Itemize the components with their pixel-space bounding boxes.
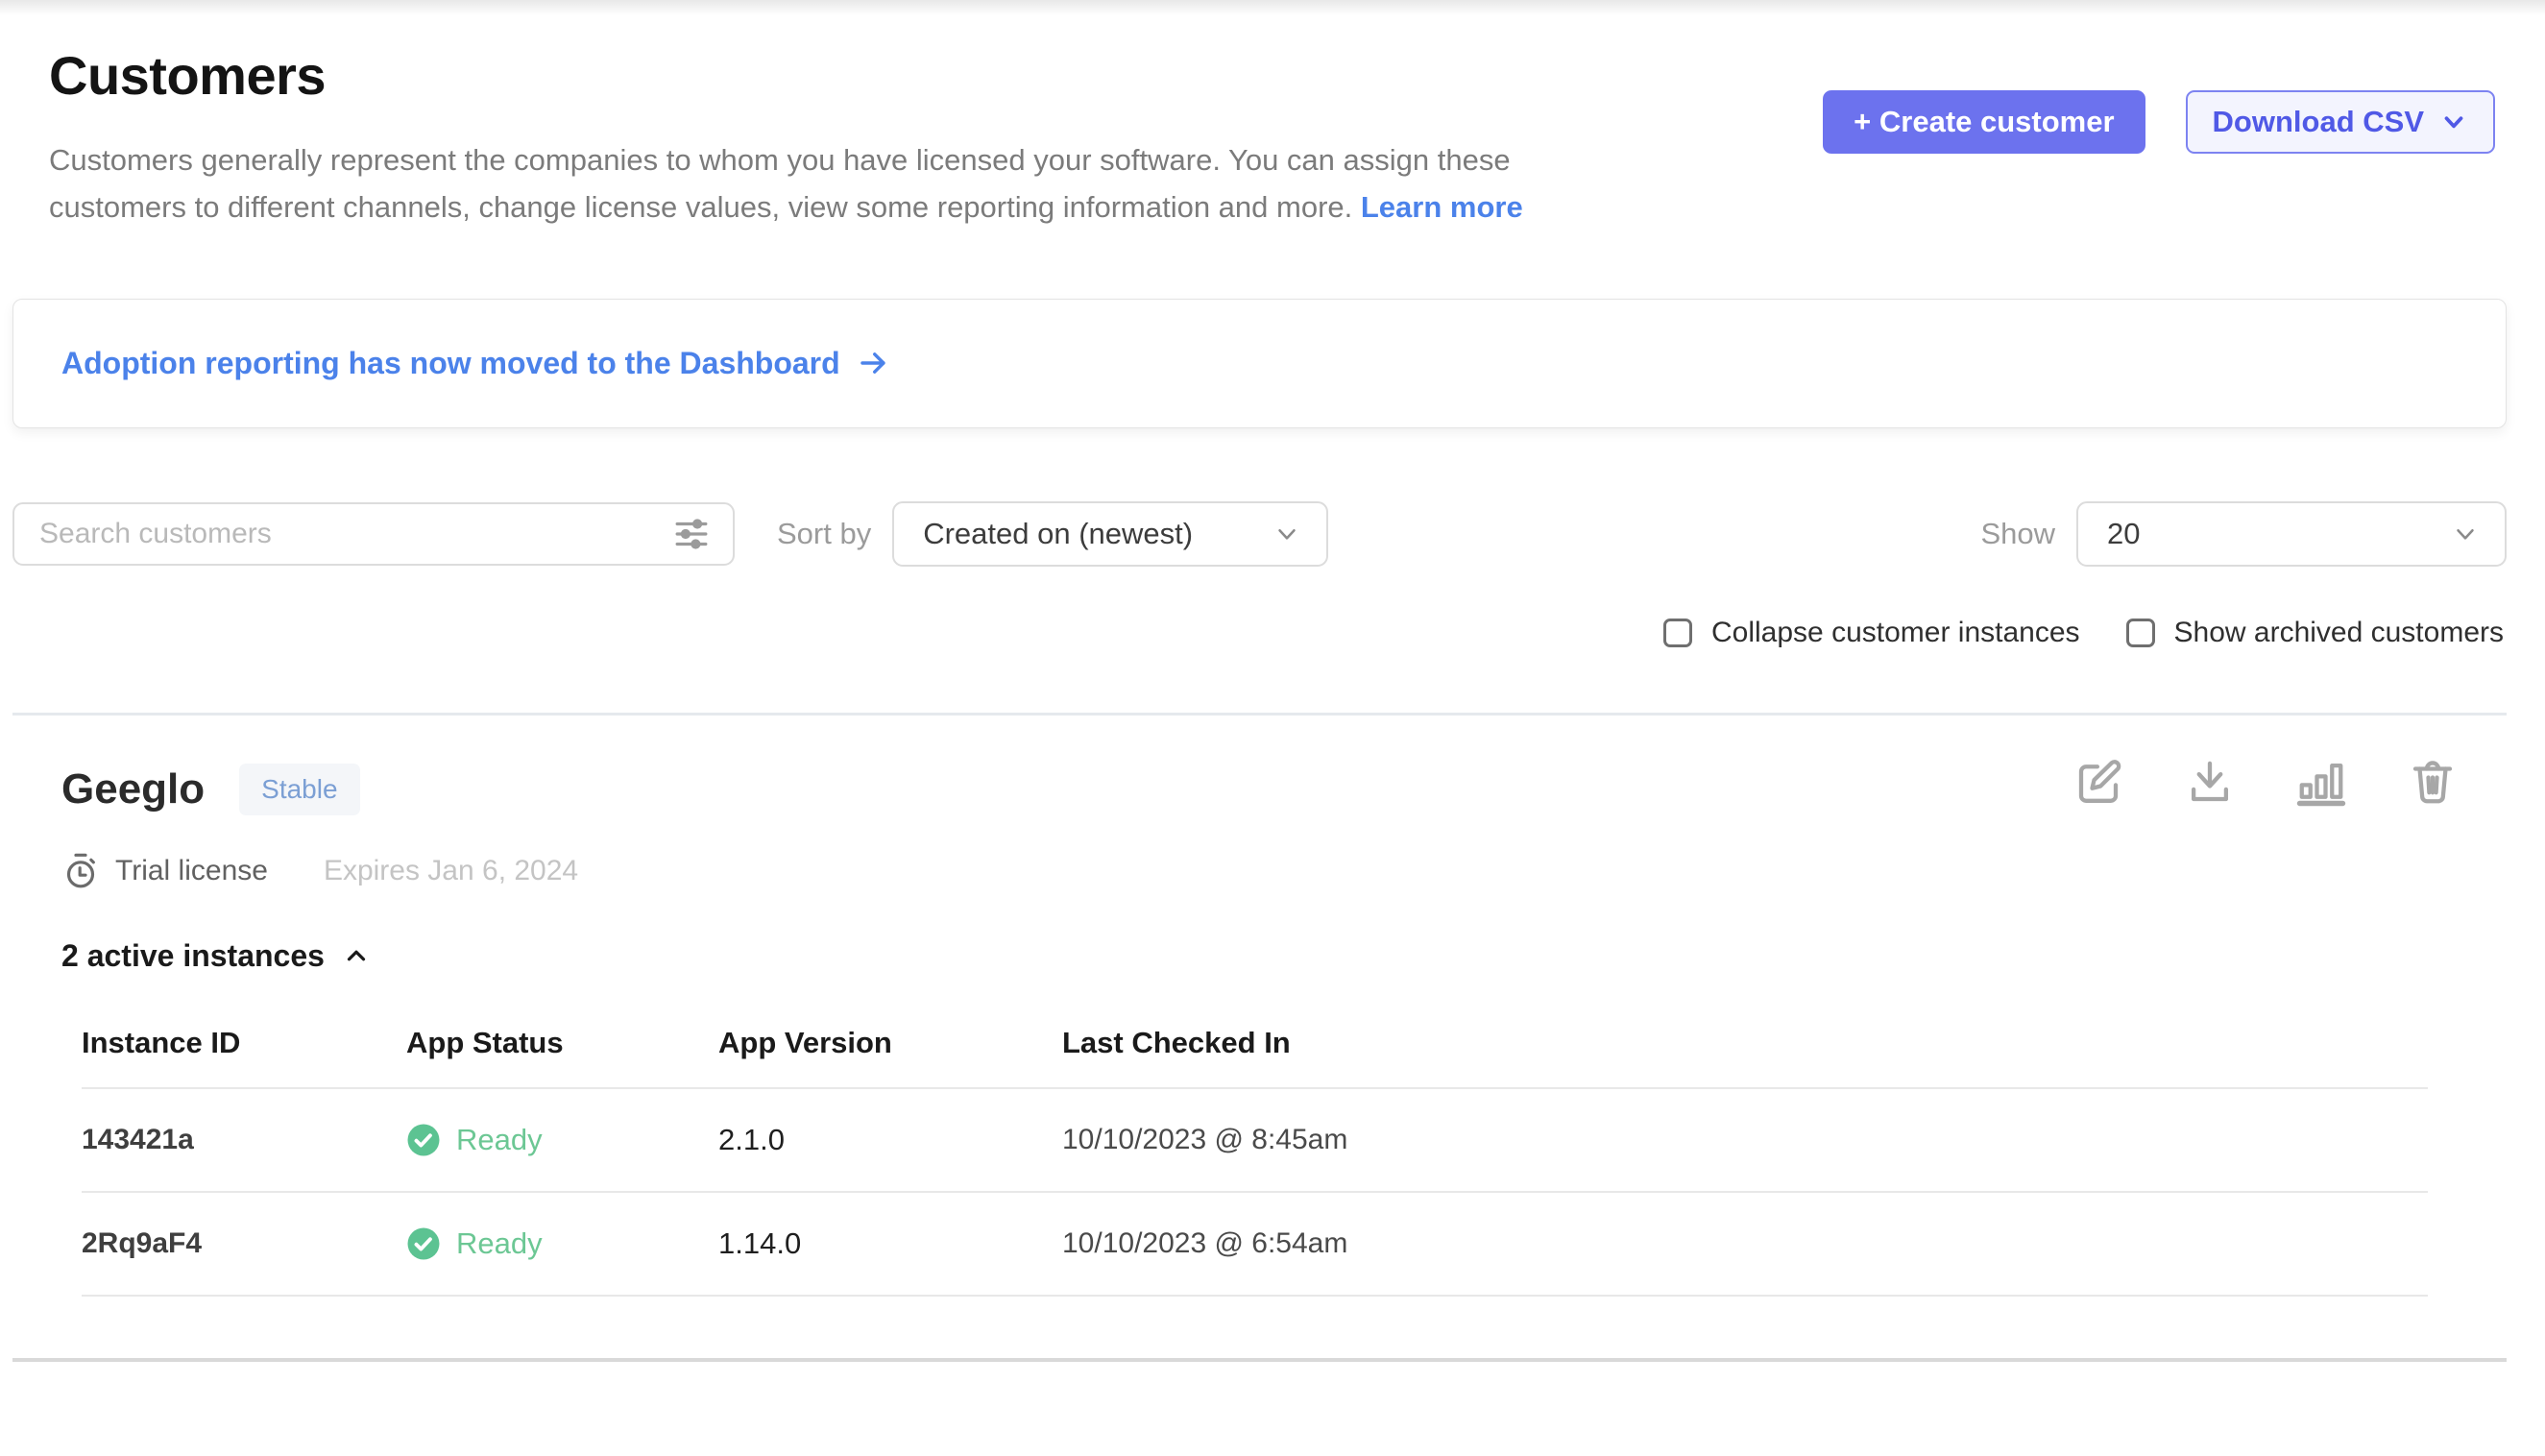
customer-name[interactable]: Geeglo [61, 765, 205, 813]
table-row: 143421a Ready 2.1.0 10/10/2023 @ 8:45am [82, 1089, 2428, 1193]
table-header-row: Instance ID App Status App Version Last … [82, 1026, 2428, 1089]
last-checked-in: 10/10/2023 @ 6:54am [1062, 1227, 2428, 1260]
search-box [12, 502, 735, 566]
arrow-right-icon [858, 347, 890, 379]
show-archived-checkbox[interactable] [2126, 619, 2155, 647]
adoption-banner[interactable]: Adoption reporting has now moved to the … [12, 299, 2507, 428]
edit-icon[interactable] [2072, 756, 2124, 808]
collapse-instances-label: Collapse customer instances [1711, 617, 2080, 649]
license-expiry: Expires Jan 6, 2024 [324, 855, 578, 887]
instances-table: Instance ID App Status App Version Last … [82, 1026, 2428, 1297]
adoption-banner-text: Adoption reporting has now moved to the … [61, 346, 840, 381]
customer-card: Geeglo Stable [0, 716, 2545, 1297]
customer-actions [2072, 756, 2459, 808]
channel-badge: Stable [239, 764, 359, 815]
page-header: Customers Customers generally represent … [0, 0, 2545, 231]
license-type: Trial license [115, 855, 268, 887]
collapse-instances-checkbox[interactable] [1663, 619, 1692, 647]
filter-sliders-icon[interactable] [671, 514, 712, 554]
page-description-text: Customers generally represent the compan… [49, 143, 1511, 224]
column-header: Last Checked In [1062, 1026, 2428, 1060]
app-status: Ready [406, 1226, 718, 1261]
show-select[interactable]: 20 [2076, 501, 2507, 567]
show-archived-option[interactable]: Show archived customers [2126, 617, 2504, 649]
app-version: 2.1.0 [718, 1123, 1062, 1157]
view-options: Collapse customer instances Show archive… [12, 617, 2504, 649]
show-archived-label: Show archived customers [2174, 617, 2504, 649]
page-description: Customers generally represent the compan… [49, 137, 1653, 231]
instances-toggle-label: 2 active instances [61, 938, 325, 974]
check-circle-icon [406, 1226, 441, 1261]
column-header: App Status [406, 1026, 718, 1060]
status-label: Ready [456, 1226, 543, 1261]
chevron-down-icon [1272, 520, 1301, 548]
filter-toolbar: Sort by Created on (newest) Show 20 [12, 501, 2507, 567]
instance-id: 143421a [82, 1124, 406, 1156]
show-label: Show [1980, 517, 2055, 551]
license-row: Trial license Expires Jan 6, 2024 [61, 852, 2495, 890]
customer-section-divider [12, 1358, 2507, 1362]
stopwatch-icon [61, 852, 100, 890]
chevron-down-icon [2451, 520, 2480, 548]
status-label: Ready [456, 1123, 543, 1157]
table-row: 2Rq9aF4 Ready 1.14.0 10/10/2023 @ 6:54am [82, 1193, 2428, 1297]
sort-select-value: Created on (newest) [923, 517, 1193, 551]
download-csv-label: Download CSV [2213, 105, 2424, 139]
show-select-value: 20 [2107, 517, 2140, 551]
column-header: App Version [718, 1026, 1062, 1060]
app-version: 1.14.0 [718, 1226, 1062, 1261]
chevron-down-icon [2439, 108, 2468, 136]
column-header: Instance ID [82, 1026, 406, 1060]
search-input[interactable] [39, 518, 671, 550]
sort-select[interactable]: Created on (newest) [892, 501, 1328, 567]
learn-more-link[interactable]: Learn more [1361, 190, 1523, 224]
check-circle-icon [406, 1123, 441, 1157]
collapse-instances-option[interactable]: Collapse customer instances [1663, 617, 2080, 649]
chevron-up-icon [342, 941, 371, 970]
last-checked-in: 10/10/2023 @ 8:45am [1062, 1124, 2428, 1156]
trash-icon[interactable] [2407, 756, 2459, 808]
download-icon[interactable] [2184, 756, 2236, 808]
instances-toggle[interactable]: 2 active instances [61, 938, 2495, 974]
download-csv-button[interactable]: Download CSV [2186, 90, 2495, 154]
sort-by-label: Sort by [777, 517, 871, 551]
instance-id: 2Rq9aF4 [82, 1227, 406, 1260]
create-customer-button[interactable]: + Create customer [1823, 90, 2145, 154]
header-actions: + Create customer Download CSV [1823, 90, 2495, 154]
bar-chart-icon[interactable] [2295, 756, 2347, 808]
app-status: Ready [406, 1123, 718, 1157]
